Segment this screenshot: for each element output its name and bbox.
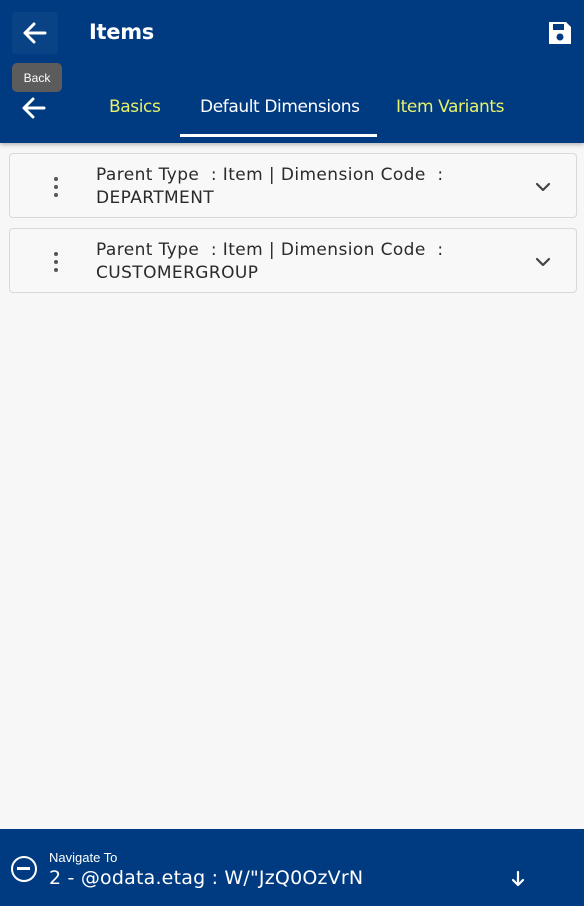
list-item-text: Parent Type : Item | Dimension Code : DE… bbox=[96, 164, 496, 210]
top-app-bar: Items bbox=[0, 0, 584, 73]
navigate-value: 2 - @odata.etag : W/"JzQ0OzVrN bbox=[49, 867, 364, 889]
minus-circle-icon[interactable] bbox=[11, 856, 37, 882]
back-button[interactable] bbox=[12, 12, 58, 54]
arrow-left-icon bbox=[23, 22, 47, 44]
arrow-left-icon bbox=[22, 97, 46, 119]
chevron-down-icon[interactable] bbox=[534, 253, 552, 271]
more-vert-icon[interactable] bbox=[46, 249, 66, 275]
list-item-line1: Parent Type : Item | Dimension Code : bbox=[96, 240, 444, 260]
back-tooltip: Back bbox=[12, 63, 62, 92]
navigate-label: Navigate To bbox=[49, 850, 118, 865]
list-item-line2: CUSTOMERGROUP bbox=[96, 263, 259, 283]
navigate-bar[interactable]: Navigate To 2 - @odata.etag : W/"JzQ0OzV… bbox=[0, 829, 584, 906]
list-item[interactable]: Parent Type : Item | Dimension Code : DE… bbox=[9, 153, 577, 218]
floppy-disk-icon bbox=[549, 22, 571, 44]
dimension-list: Parent Type : Item | Dimension Code : DE… bbox=[9, 153, 577, 303]
page-title: Items bbox=[89, 20, 154, 44]
tab-item-variants[interactable]: Item Variants bbox=[396, 97, 504, 117]
save-button[interactable] bbox=[546, 19, 574, 47]
chevron-down-icon[interactable] bbox=[534, 178, 552, 196]
list-item-line1: Parent Type : Item | Dimension Code : bbox=[96, 165, 444, 185]
tab-default-dimensions[interactable]: Default Dimensions bbox=[200, 97, 360, 117]
more-vert-icon[interactable] bbox=[46, 174, 66, 200]
tab-bar: Basics Default Dimensions Item Variants bbox=[0, 73, 584, 143]
app: Items Basics Default Dimensions Item Var… bbox=[0, 0, 584, 906]
active-tab-indicator bbox=[180, 134, 377, 137]
arrow-down-icon[interactable] bbox=[508, 869, 528, 889]
list-item[interactable]: Parent Type : Item | Dimension Code : CU… bbox=[9, 228, 577, 293]
list-item-text: Parent Type : Item | Dimension Code : CU… bbox=[96, 239, 496, 285]
tab-back-button[interactable] bbox=[20, 96, 48, 120]
list-item-line2: DEPARTMENT bbox=[96, 188, 215, 208]
tab-basics[interactable]: Basics bbox=[109, 97, 161, 117]
